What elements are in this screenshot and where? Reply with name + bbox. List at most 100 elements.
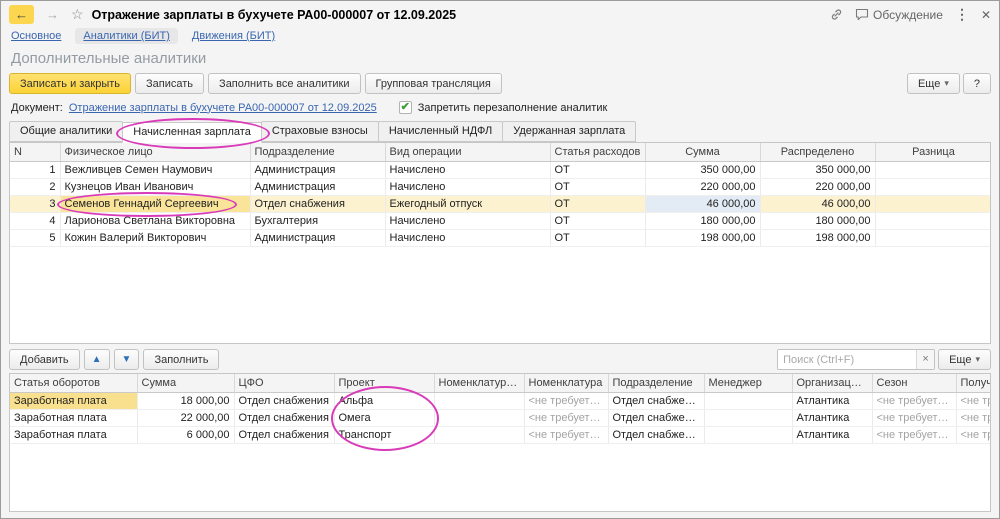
cell[interactable]: <не требуется> bbox=[872, 409, 956, 426]
column-header[interactable]: Вид операции bbox=[385, 143, 550, 161]
cell[interactable] bbox=[434, 409, 524, 426]
column-header[interactable]: Сумма bbox=[137, 374, 234, 392]
cell[interactable]: Вежливцев Семен Наумович bbox=[60, 161, 250, 178]
group-translation-button[interactable]: Групповая трансляция bbox=[365, 73, 502, 94]
cell[interactable]: <не требуется> bbox=[524, 426, 608, 443]
cell[interactable]: Отдел снабжения bbox=[234, 426, 334, 443]
cell[interactable]: <не требуется> bbox=[956, 426, 991, 443]
cell[interactable]: Заработная плата bbox=[10, 392, 137, 409]
cell[interactable]: 18 000,00 bbox=[137, 392, 234, 409]
clear-search-icon[interactable]: × bbox=[916, 350, 934, 369]
move-down-button[interactable]: ▼ bbox=[114, 349, 140, 370]
cell[interactable]: 180 000,00 bbox=[645, 212, 760, 229]
cell[interactable]: <не требуется> bbox=[524, 392, 608, 409]
column-header[interactable]: Распределено bbox=[760, 143, 875, 161]
document-link[interactable]: Отражение зарплаты в бухучете РА00-00000… bbox=[69, 102, 377, 114]
cell[interactable]: Альфа bbox=[334, 392, 434, 409]
column-header[interactable]: Сезон bbox=[872, 374, 956, 392]
cell[interactable] bbox=[875, 229, 991, 246]
cell[interactable]: Администрация bbox=[250, 229, 385, 246]
help-button[interactable]: ? bbox=[963, 73, 991, 94]
cell[interactable]: Отдел снабжения bbox=[250, 195, 385, 212]
cell[interactable]: Транспорт bbox=[334, 426, 434, 443]
cell[interactable]: 46 000,00 bbox=[760, 195, 875, 212]
column-header[interactable]: Проект bbox=[334, 374, 434, 392]
close-icon[interactable]: ✕ bbox=[981, 8, 991, 22]
cell[interactable]: ОТ bbox=[550, 212, 645, 229]
cell[interactable]: 22 000,00 bbox=[137, 409, 234, 426]
cell[interactable] bbox=[875, 178, 991, 195]
cell[interactable]: 198 000,00 bbox=[645, 229, 760, 246]
column-header[interactable]: Подразделение bbox=[608, 374, 704, 392]
cell[interactable]: Администрация bbox=[250, 178, 385, 195]
nav-link-main[interactable]: Основное bbox=[11, 30, 61, 42]
nav-link-movements-bit[interactable]: Движения (БИТ) bbox=[192, 30, 275, 42]
table-row[interactable]: Заработная плата6 000,00Отдел снабженияТ… bbox=[10, 426, 991, 443]
column-header[interactable]: Разница bbox=[875, 143, 991, 161]
cell[interactable] bbox=[704, 409, 792, 426]
nav-link-analytics-bit[interactable]: Аналитики (БИТ) bbox=[75, 28, 177, 44]
cell[interactable]: <не требуется> bbox=[956, 392, 991, 409]
cell[interactable]: Семенов Геннадий Сергеевич bbox=[60, 195, 250, 212]
cell[interactable]: Заработная плата bbox=[10, 426, 137, 443]
fill-all-analytics-button[interactable]: Заполнить все аналитики bbox=[208, 73, 360, 94]
cell[interactable]: ОТ bbox=[550, 161, 645, 178]
cell[interactable]: Кожин Валерий Викторович bbox=[60, 229, 250, 246]
cell[interactable]: ОТ bbox=[550, 195, 645, 212]
tab-common-analytics[interactable]: Общие аналитики bbox=[9, 121, 123, 142]
cell[interactable]: Начислено bbox=[385, 212, 550, 229]
column-header[interactable]: Организация (ана… bbox=[792, 374, 872, 392]
cell[interactable]: 3 bbox=[10, 195, 60, 212]
column-header[interactable]: Менеджер bbox=[704, 374, 792, 392]
cell[interactable]: 350 000,00 bbox=[645, 161, 760, 178]
cell[interactable]: Отдел снабжения bbox=[234, 392, 334, 409]
column-header[interactable]: ЦФО bbox=[234, 374, 334, 392]
column-header[interactable]: Статья оборотов bbox=[10, 374, 137, 392]
tab-accrued-salary[interactable]: Начисленная зарплата bbox=[122, 122, 262, 143]
cell[interactable]: 350 000,00 bbox=[760, 161, 875, 178]
more-button-analytics[interactable]: Еще ▾ bbox=[938, 349, 991, 370]
cell[interactable] bbox=[704, 392, 792, 409]
cell[interactable]: 5 bbox=[10, 229, 60, 246]
cell[interactable] bbox=[434, 426, 524, 443]
copy-link-icon[interactable] bbox=[830, 8, 843, 21]
table-row[interactable]: Заработная плата18 000,00Отдел снабжения… bbox=[10, 392, 991, 409]
cell[interactable]: Начислено bbox=[385, 161, 550, 178]
cell[interactable]: Администрация bbox=[250, 161, 385, 178]
column-header[interactable]: Получат… bbox=[956, 374, 991, 392]
cell[interactable] bbox=[704, 426, 792, 443]
cell[interactable]: 198 000,00 bbox=[760, 229, 875, 246]
cell[interactable] bbox=[434, 392, 524, 409]
cell[interactable]: Отдел снабжения bbox=[608, 426, 704, 443]
column-header[interactable]: Номенклатурная гру… bbox=[434, 374, 524, 392]
table-row[interactable]: Заработная плата22 000,00Отдел снабжения… bbox=[10, 409, 991, 426]
cell[interactable]: Атлантика bbox=[792, 409, 872, 426]
cell[interactable] bbox=[875, 161, 991, 178]
column-header[interactable]: Сумма bbox=[645, 143, 760, 161]
cell[interactable]: Атлантика bbox=[792, 392, 872, 409]
table-row[interactable]: 1Вежливцев Семен НаумовичАдминистрацияНа… bbox=[10, 161, 991, 178]
cell[interactable]: Начислено bbox=[385, 229, 550, 246]
cell[interactable]: 1 bbox=[10, 161, 60, 178]
table-row[interactable]: 2Кузнецов Иван ИвановичАдминистрацияНачи… bbox=[10, 178, 991, 195]
favorite-star-icon[interactable]: ☆ bbox=[71, 6, 84, 23]
tab-withheld-salary[interactable]: Удержанная зарплата bbox=[502, 121, 636, 142]
cell[interactable]: Начислено bbox=[385, 178, 550, 195]
cell[interactable]: Отдел снабжения bbox=[608, 409, 704, 426]
cell[interactable]: Отдел снабжения bbox=[608, 392, 704, 409]
cell[interactable]: Ларионова Светлана Викторовна bbox=[60, 212, 250, 229]
cell[interactable] bbox=[875, 195, 991, 212]
cell[interactable]: Заработная плата bbox=[10, 409, 137, 426]
cell[interactable]: <не требуется> bbox=[524, 409, 608, 426]
tab-insurance-contributions[interactable]: Страховые взносы bbox=[261, 121, 379, 142]
column-header[interactable]: Физическое лицо bbox=[60, 143, 250, 161]
column-header[interactable]: Подразделение bbox=[250, 143, 385, 161]
table-row[interactable]: 3Семенов Геннадий СергеевичОтдел снабжен… bbox=[10, 195, 991, 212]
save-button[interactable]: Записать bbox=[135, 73, 204, 94]
cell[interactable]: ОТ bbox=[550, 178, 645, 195]
move-up-button[interactable]: ▲ bbox=[84, 349, 110, 370]
cell[interactable]: Отдел снабжения bbox=[234, 409, 334, 426]
cell[interactable]: 220 000,00 bbox=[760, 178, 875, 195]
cell[interactable]: <не требуется> bbox=[872, 392, 956, 409]
column-header[interactable]: N bbox=[10, 143, 60, 161]
